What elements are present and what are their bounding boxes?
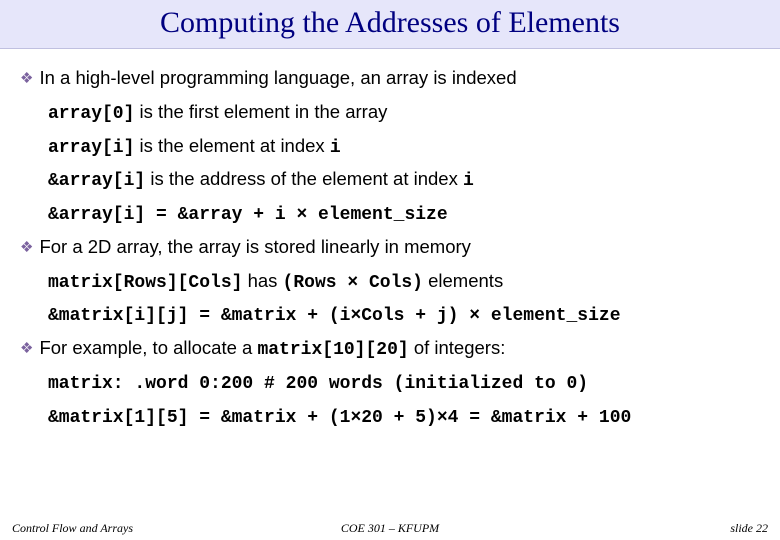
bullet-item: ❖ For a 2D array, the array is stored lin… <box>20 236 760 260</box>
sub-item: &matrix[1][5] = &matrix + (1×20 + 5)×4 =… <box>48 405 760 429</box>
slide-title: Computing the Addresses of Elements <box>0 6 780 40</box>
bullet-text: In a high-level programming language, an… <box>39 67 516 88</box>
code-text: (Rows × Cols) <box>283 273 423 293</box>
body-text: elements <box>423 270 503 291</box>
bullet-item: ❖ In a high-level programming language, a… <box>20 67 760 91</box>
sub-item: &matrix[i][j] = &matrix + (i×Cols + j) ×… <box>48 303 760 327</box>
code-text: matrix[Rows][Cols] <box>48 273 242 293</box>
footer: Control Flow and Arrays COE 301 – KFUPM … <box>0 521 780 536</box>
sub-item: matrix: .word 0:200 # 200 words (initial… <box>48 371 760 395</box>
diamond-bullet-icon: ❖ <box>20 67 33 91</box>
code-text: i <box>330 138 341 158</box>
diamond-bullet-icon: ❖ <box>20 236 33 260</box>
body-text: is the element at index <box>134 135 329 156</box>
footer-center: COE 301 – KFUPM <box>264 521 516 536</box>
diamond-bullet-icon: ❖ <box>20 337 33 361</box>
footer-left: Control Flow and Arrays <box>12 521 264 536</box>
code-text: array[i] <box>48 138 134 158</box>
code-text: &matrix[1][5] = &matrix + (1×20 + 5)×4 =… <box>48 408 631 428</box>
footer-right: slide 22 <box>516 521 768 536</box>
sub-item: array[0] is the first element in the arr… <box>48 101 760 125</box>
body-text: is the address of the element at index <box>145 168 463 189</box>
code-text: matrix: .word 0:200 # 200 words (initial… <box>48 374 588 394</box>
sub-item: &array[i] = &array + i × element_size <box>48 202 760 226</box>
bullet-text: For example, to allocate a matrix[10][20… <box>39 337 505 361</box>
title-bar: Computing the Addresses of Elements <box>0 0 780 49</box>
code-text: matrix[10][20] <box>257 340 408 360</box>
code-text: &matrix[i][j] = &matrix + (i×Cols + j) ×… <box>48 306 621 326</box>
code-text: &array[i] <box>48 171 145 191</box>
body-text: of integers: <box>409 337 506 358</box>
body-text: For example, to allocate a <box>39 337 257 358</box>
body-text: is the first element in the array <box>134 101 387 122</box>
sub-item: matrix[Rows][Cols] has (Rows × Cols) ele… <box>48 270 760 294</box>
body-text: has <box>242 270 282 291</box>
code-text: array[0] <box>48 104 134 124</box>
sub-item: array[i] is the element at index i <box>48 135 760 159</box>
code-text: &array[i] = &array + i × element_size <box>48 205 448 225</box>
bullet-item: ❖For example, to allocate a matrix[10][2… <box>20 337 760 361</box>
bullet-text: For a 2D array, the array is stored line… <box>39 236 470 257</box>
sub-item: &array[i] is the address of the element … <box>48 168 760 192</box>
code-text: i <box>463 171 474 191</box>
slide-content: ❖ In a high-level programming language, a… <box>0 49 780 429</box>
